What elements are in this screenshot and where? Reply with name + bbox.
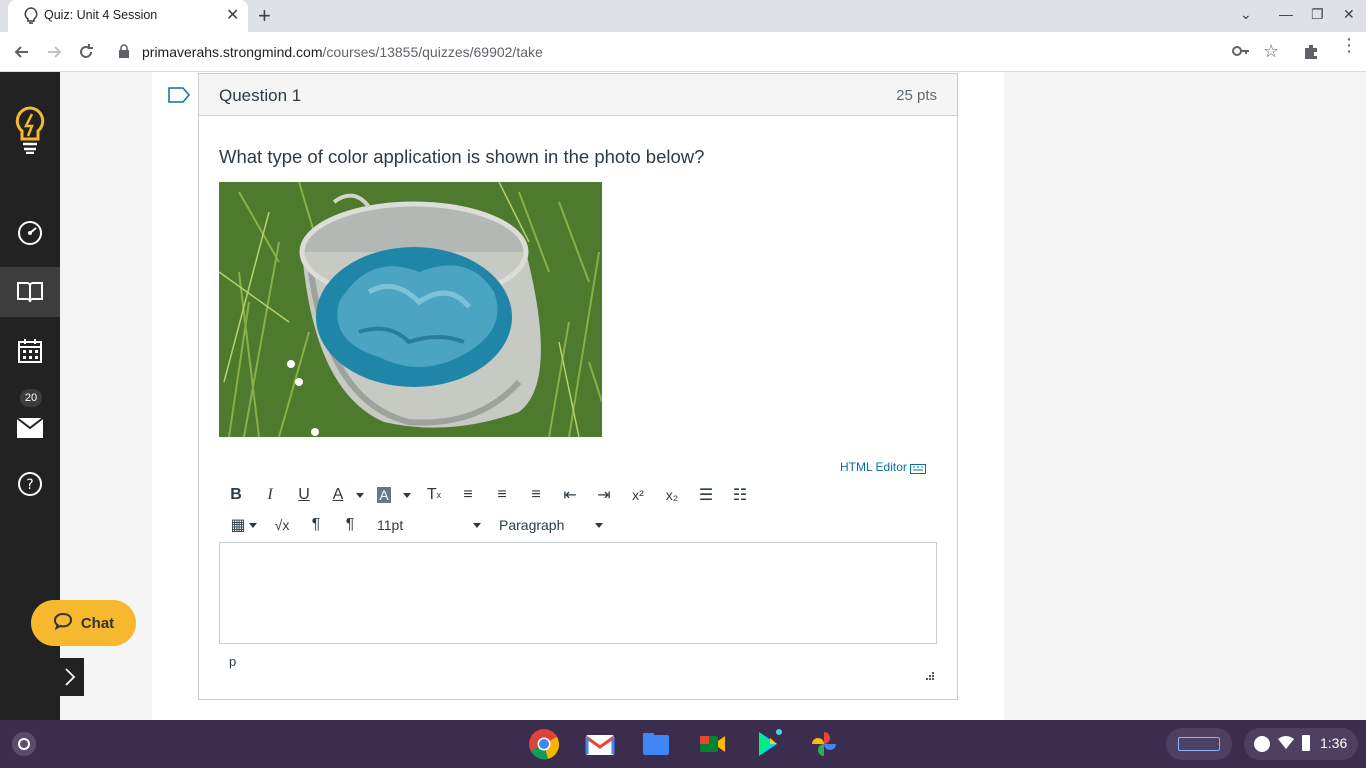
address-bar[interactable]: primaverahs.strongmind.com/courses/13855… — [108, 36, 1288, 68]
answer-editor[interactable] — [219, 542, 937, 644]
close-window-icon[interactable]: ✕ — [1343, 6, 1355, 23]
tab-search-icon[interactable]: ⌄ — [1240, 6, 1252, 23]
dashboard-icon[interactable] — [0, 208, 60, 258]
keyboard-layout-icon — [1178, 737, 1220, 751]
resize-handle-icon[interactable] — [926, 667, 934, 685]
chrome-icon[interactable] — [528, 728, 560, 760]
calendar-icon[interactable] — [0, 326, 60, 376]
files-icon[interactable] — [640, 728, 672, 760]
text-color-dropdown-icon[interactable] — [356, 493, 364, 498]
menu-icon[interactable]: ⋮ — [1340, 36, 1358, 54]
inbox-count-badge: 20 — [20, 389, 42, 407]
svg-text:?: ? — [26, 477, 33, 493]
font-size-dropdown-icon[interactable] — [473, 523, 481, 528]
question-card: Question 1 25 pts What type of color app… — [198, 73, 958, 700]
question-points: 25 pts — [896, 87, 937, 104]
inbox-icon[interactable]: 20 — [0, 387, 60, 447]
align-right-icon[interactable]: ≡ — [523, 483, 549, 507]
block-format-dropdown-icon[interactable] — [595, 523, 603, 528]
logo-icon[interactable] — [0, 100, 60, 160]
clear-formatting-icon[interactable]: Tx — [421, 483, 447, 507]
battery-icon — [1302, 735, 1310, 751]
math-equation-icon[interactable]: √x — [269, 513, 295, 537]
chat-button[interactable]: Chat — [31, 600, 136, 646]
background-color-icon[interactable]: A — [371, 483, 397, 507]
question-text: What type of color application is shown … — [219, 146, 705, 167]
font-size-select[interactable]: 11pt — [377, 513, 483, 537]
bold-icon[interactable]: B — [223, 483, 249, 507]
html-editor-link[interactable]: HTML Editor — [840, 460, 927, 474]
rtl-direction-icon[interactable]: ¶ — [337, 513, 363, 537]
bullet-list-icon[interactable]: ☰ — [693, 483, 719, 507]
gmail-icon[interactable] — [584, 728, 616, 760]
url-text: primaverahs.strongmind.com/courses/13855… — [142, 44, 543, 60]
photos-icon[interactable] — [808, 728, 840, 760]
chat-bubble-icon — [53, 612, 73, 634]
question-header: Question 1 25 pts — [199, 74, 957, 116]
outdent-icon[interactable]: ⇤ — [557, 483, 583, 507]
numbered-list-icon[interactable]: ☷ — [727, 483, 753, 507]
lightbulb-favicon-icon — [24, 7, 38, 30]
clock: 1:36 — [1320, 735, 1348, 751]
ime-tray[interactable] — [1166, 728, 1232, 760]
key-icon[interactable] — [1232, 44, 1250, 63]
play-store-icon[interactable] — [752, 728, 784, 760]
browser-tab-bar: Quiz: Unit 4 Session ✕ + ⌄ — ❐ ✕ — [0, 0, 1366, 32]
block-format-select[interactable]: Paragraph — [499, 513, 605, 537]
tab-title: Quiz: Unit 4 Session — [44, 8, 158, 22]
help-icon[interactable]: ? — [0, 459, 60, 509]
close-tab-icon[interactable]: ✕ — [226, 5, 239, 25]
italic-icon[interactable]: I — [257, 483, 283, 507]
underline-icon[interactable]: U — [291, 483, 317, 507]
lock-icon[interactable] — [118, 44, 130, 63]
chat-label: Chat — [80, 614, 115, 632]
align-center-icon[interactable]: ≡ — [489, 483, 515, 507]
back-icon[interactable] — [10, 40, 34, 64]
element-path: p — [229, 654, 237, 669]
reload-icon[interactable] — [74, 40, 98, 64]
meet-icon[interactable] — [696, 728, 728, 760]
add-icon — [1254, 736, 1270, 752]
question-title: Question 1 — [219, 86, 302, 105]
indent-icon[interactable]: ⇥ — [591, 483, 617, 507]
launcher-icon[interactable] — [12, 732, 36, 756]
browser-toolbar: primaverahs.strongmind.com/courses/13855… — [0, 32, 1366, 72]
new-tab-icon[interactable]: + — [258, 3, 271, 29]
superscript-icon[interactable]: x² — [625, 483, 651, 507]
question-photo — [219, 182, 602, 437]
table-icon[interactable]: ▦ — [225, 513, 251, 537]
ltr-direction-icon[interactable]: ¶ — [303, 513, 329, 537]
forward-icon[interactable] — [42, 40, 66, 64]
browser-tab[interactable]: Quiz: Unit 4 Session ✕ — [8, 0, 248, 32]
flag-question-icon[interactable] — [168, 87, 190, 108]
courses-icon[interactable] — [0, 267, 60, 317]
table-dropdown-icon[interactable] — [249, 523, 257, 528]
wifi-icon — [1278, 736, 1294, 755]
text-color-icon[interactable]: A — [325, 483, 351, 507]
extensions-icon[interactable] — [1302, 42, 1320, 65]
background-color-dropdown-icon[interactable] — [403, 493, 411, 498]
os-shelf: 1:36 — [0, 720, 1366, 768]
align-left-icon[interactable]: ≡ — [455, 483, 481, 507]
restore-icon[interactable]: ❐ — [1311, 6, 1324, 23]
subscript-icon[interactable]: x₂ — [659, 483, 685, 507]
minimize-icon[interactable]: — — [1279, 6, 1293, 22]
expand-nav-button[interactable] — [55, 658, 84, 696]
star-icon[interactable]: ☆ — [1263, 41, 1279, 62]
